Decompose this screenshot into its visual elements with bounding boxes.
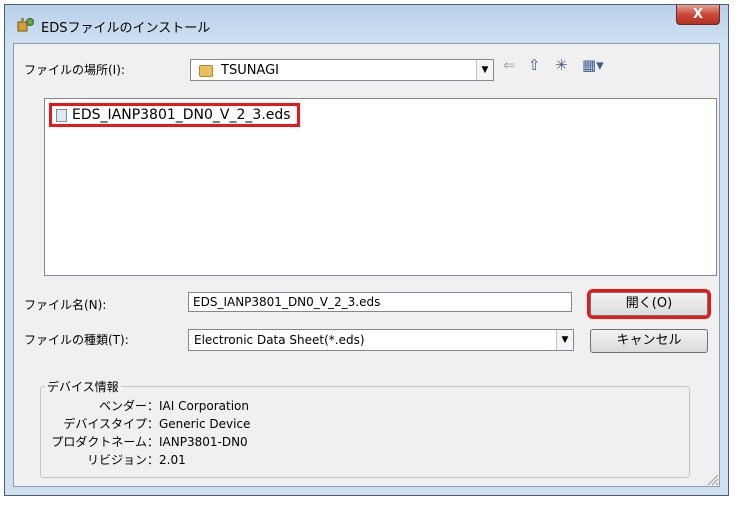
view-menu-icon[interactable]: ▦▾ — [582, 56, 604, 74]
chevron-down-icon[interactable]: ▼ — [556, 330, 573, 350]
device-type-key: デバイスタイプ： — [63, 417, 159, 431]
device-type-value: Generic Device — [159, 417, 251, 431]
revision-key: リビジョン： — [86, 453, 159, 467]
filename-input[interactable]: EDS_IANP3801_DN0_V_2_3.eds — [188, 292, 572, 312]
resize-grip-icon[interactable] — [703, 470, 719, 486]
revision-row: リビジョン：2.01 — [49, 451, 186, 468]
filetype-combo[interactable]: Electronic Data Sheet(*.eds) ▼ — [188, 329, 574, 351]
vendor-row: ベンダー：IAI Corporation — [49, 397, 249, 414]
open-button[interactable]: 開く(O) — [587, 289, 711, 319]
filetype-value: Electronic Data Sheet(*.eds) — [194, 333, 365, 347]
window-title: EDSファイルのインストール — [41, 21, 211, 36]
filetype-label: ファイルの種類(T): — [24, 333, 129, 347]
device-info-group: デバイス情報 ベンダー：IAI Corporation デバイスタイプ：Gene… — [40, 378, 690, 478]
vendor-value: IAI Corporation — [159, 399, 249, 413]
file-name: EDS_IANP3801_DN0_V_2_3.eds — [72, 107, 291, 123]
product-name-value: IANP3801-DN0 — [159, 435, 248, 449]
device-type-row: デバイスタイプ：Generic Device — [49, 415, 250, 432]
dialog-window: EDSファイルのインストール X ファイルの場所(I): TSUNAGI ▼ ⇐… — [4, 4, 729, 496]
product-name-key: プロダクトネーム： — [51, 435, 159, 449]
up-folder-icon[interactable]: ⇧ — [528, 56, 541, 74]
revision-value: 2.01 — [159, 453, 186, 467]
new-folder-icon[interactable]: ✳ — [555, 56, 568, 74]
folder-icon — [199, 65, 213, 77]
list-item[interactable]: EDS_IANP3801_DN0_V_2_3.eds — [49, 103, 300, 127]
product-name-row: プロダクトネーム：IANP3801-DN0 — [49, 433, 248, 450]
back-arrow-icon[interactable]: ⇐ — [503, 56, 516, 74]
lookin-label: ファイルの場所(I): — [24, 63, 125, 77]
filename-label: ファイル名(N): — [24, 298, 107, 312]
file-icon — [56, 108, 67, 122]
vendor-key: ベンダー： — [98, 399, 159, 413]
lookin-value: TSUNAGI — [221, 63, 280, 78]
file-list[interactable]: EDS_IANP3801_DN0_V_2_3.eds — [44, 98, 717, 276]
dialog-client-area: ファイルの場所(I): TSUNAGI ▼ ⇐ ⇧ ✳ ▦▾ EDS_IANP3… — [13, 43, 720, 487]
install-icon — [17, 18, 34, 32]
lookin-combo[interactable]: TSUNAGI ▼ — [190, 59, 494, 81]
close-button[interactable]: X — [676, 5, 720, 25]
title-bar[interactable]: EDSファイルのインストール X — [5, 5, 728, 43]
cancel-button[interactable]: キャンセル — [590, 329, 708, 353]
chevron-down-icon[interactable]: ▼ — [476, 60, 493, 80]
device-info-title: デバイス情報 — [45, 378, 121, 395]
